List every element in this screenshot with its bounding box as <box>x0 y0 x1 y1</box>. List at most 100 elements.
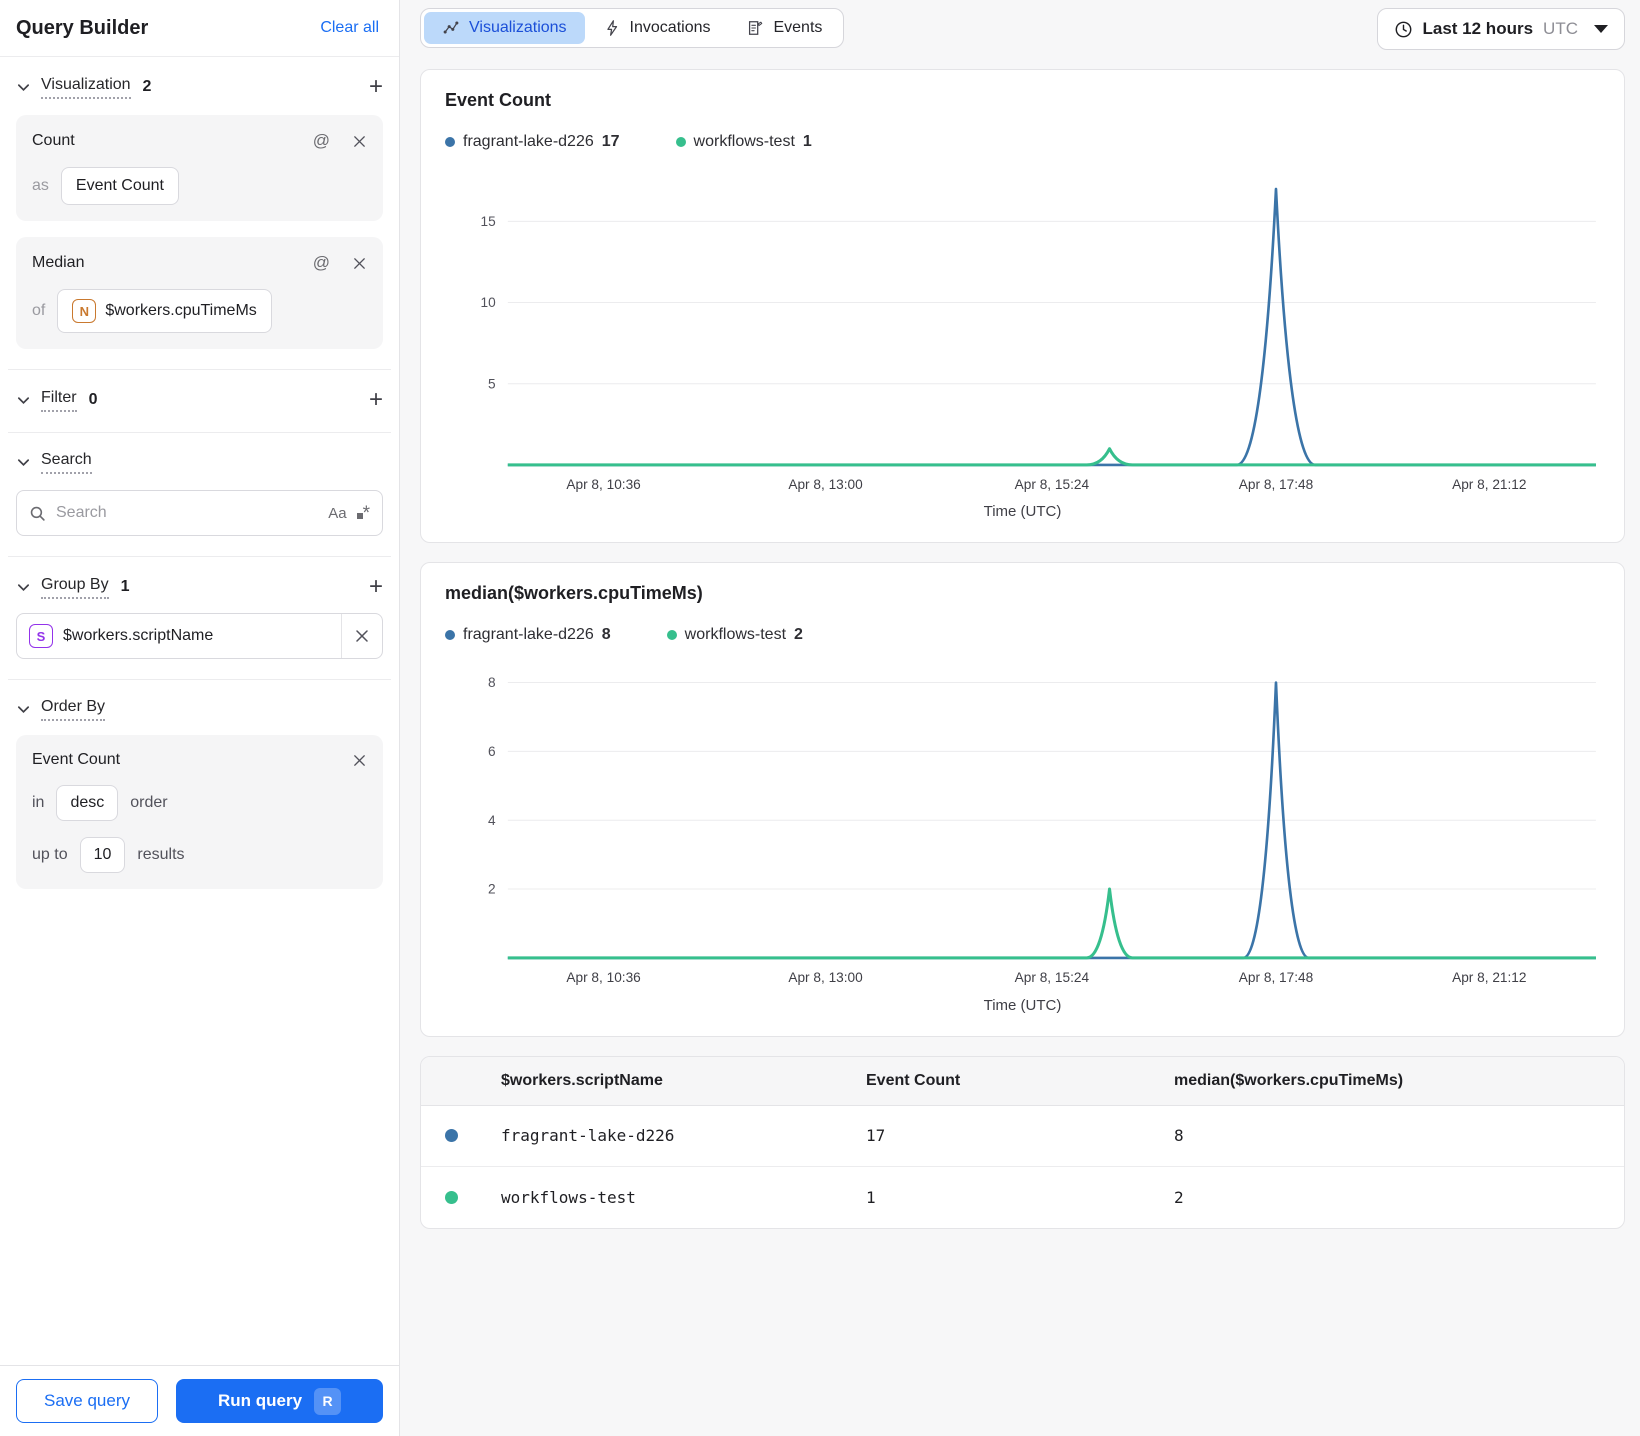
table-row[interactable]: fragrant-lake-d226 17 8 <box>421 1106 1624 1167</box>
script-name-cell: workflows-test <box>501 1187 636 1207</box>
run-query-button[interactable]: Run query R <box>176 1379 383 1423</box>
legend-item[interactable]: workflows-test 2 <box>666 626 803 644</box>
order-by-section: Order By Event Count in desc order up to… <box>8 680 391 909</box>
filter-section: Filter 0 + <box>8 370 391 433</box>
time-range-selector[interactable]: Last 12 hours UTC <box>1376 8 1625 50</box>
svg-text:Apr 8, 10:36: Apr 8, 10:36 <box>566 971 640 986</box>
as-label: as <box>32 177 49 194</box>
svg-text:Apr 8, 15:24: Apr 8, 15:24 <box>1015 477 1090 492</box>
group-by-count: 1 <box>120 578 130 595</box>
chevron-down-icon[interactable] <box>16 580 31 595</box>
tab-visualizations[interactable]: Visualizations <box>424 12 585 44</box>
view-tabs: Visualizations Invocations Events <box>420 8 845 48</box>
group-by-item[interactable]: S $workers.scriptName <box>16 613 383 659</box>
svg-text:Apr 8, 17:48: Apr 8, 17:48 <box>1239 477 1313 492</box>
match-case-icon[interactable]: Aa <box>328 505 346 522</box>
svg-text:10: 10 <box>480 295 496 310</box>
search-section-label: Search <box>41 451 92 474</box>
event-count-cell: 1 <box>866 1187 876 1207</box>
svg-text:Apr 8, 17:48: Apr 8, 17:48 <box>1239 971 1313 986</box>
add-visualization-button[interactable]: + <box>369 75 383 99</box>
remove-visualization-icon[interactable] <box>352 134 367 149</box>
svg-text:6: 6 <box>488 744 496 759</box>
series-dot <box>445 1129 458 1143</box>
chevron-down-icon[interactable] <box>16 702 31 717</box>
svg-text:Apr 8, 13:00: Apr 8, 13:00 <box>788 477 863 492</box>
clock-icon <box>1394 20 1413 39</box>
svg-text:Apr 8, 13:00: Apr 8, 13:00 <box>788 971 863 986</box>
chart-legend: fragrant-lake-d226 17 workflows-test 1 <box>445 133 1600 151</box>
attribute-icon[interactable]: @ <box>313 131 330 151</box>
x-axis-title: Time (UTC) <box>983 503 1062 521</box>
column-header-median[interactable]: median($workers.cpuTimeMs) <box>1174 1072 1624 1090</box>
result-limit-input[interactable]: 10 <box>79 837 126 873</box>
svg-text:15: 15 <box>480 214 496 229</box>
remove-order-by-icon[interactable] <box>352 753 367 768</box>
order-by-card: Event Count in desc order up to 10 resul… <box>16 735 383 889</box>
median-cell: 2 <box>1174 1187 1184 1207</box>
attribute-icon[interactable]: @ <box>313 253 330 273</box>
search-icon <box>29 505 46 522</box>
median-cell: 8 <box>1174 1126 1184 1146</box>
column-header-event-count[interactable]: Event Count <box>866 1072 1174 1090</box>
visualization-section-label: Visualization <box>41 76 131 99</box>
add-filter-button[interactable]: + <box>369 388 383 412</box>
series-dot <box>445 630 455 641</box>
order-by-field: Event Count <box>32 751 121 768</box>
lightning-bolt-icon <box>603 19 621 37</box>
filter-section-label: Filter <box>41 389 77 412</box>
x-axis-title: Time (UTC) <box>983 996 1062 1014</box>
document-edit-icon <box>746 19 764 37</box>
legend-item[interactable]: fragrant-lake-d226 8 <box>445 626 611 644</box>
visualization-alias-field[interactable]: Event Count <box>60 167 179 205</box>
in-label: in <box>32 794 45 811</box>
tab-events[interactable]: Events <box>728 12 840 44</box>
remove-visualization-icon[interactable] <box>352 256 367 271</box>
legend-item[interactable]: fragrant-lake-d226 17 <box>445 133 620 151</box>
save-query-button[interactable]: Save query <box>16 1379 158 1423</box>
median-field-selector[interactable]: N $workers.cpuTimeMs <box>57 289 272 333</box>
visualization-count: 2 <box>142 78 152 95</box>
main-content: Visualizations Invocations Events Last 1… <box>400 0 1640 1436</box>
results-label: results <box>137 846 185 863</box>
search-input[interactable] <box>56 504 319 522</box>
legend-item[interactable]: workflows-test 1 <box>675 133 812 151</box>
of-label: of <box>32 302 46 319</box>
tab-invocations[interactable]: Invocations <box>585 12 729 44</box>
line-chart-icon <box>442 19 460 37</box>
clear-all-button[interactable]: Clear all <box>320 19 379 37</box>
filter-count: 0 <box>88 391 98 408</box>
svg-text:8: 8 <box>488 675 496 690</box>
svg-text:5: 5 <box>488 376 496 391</box>
order-by-section-label: Order By <box>41 698 106 721</box>
chevron-down-icon[interactable] <box>16 80 31 95</box>
chart-legend: fragrant-lake-d226 8 workflows-test 2 <box>445 626 1600 644</box>
add-group-by-button[interactable]: + <box>369 575 383 599</box>
svg-text:Apr 8, 21:12: Apr 8, 21:12 <box>1452 477 1526 492</box>
table-row[interactable]: workflows-test 1 2 <box>421 1167 1624 1228</box>
chevron-down-icon[interactable] <box>16 393 31 408</box>
topbar: Visualizations Invocations Events Last 1… <box>420 8 1625 50</box>
group-by-section: Group By 1 + S $workers.scriptName <box>8 557 391 680</box>
series-dot <box>666 630 677 641</box>
svg-text:Apr 8, 10:36: Apr 8, 10:36 <box>566 477 640 492</box>
line-chart-plot[interactable]: 5 10 15 Apr 8, 10:36 Apr 8, 13:00 Apr 8, 15:2… <box>445 165 1600 501</box>
remove-group-by-icon[interactable] <box>354 628 370 644</box>
svg-text:4: 4 <box>488 813 496 828</box>
chevron-down-icon[interactable] <box>16 455 31 470</box>
visualization-card-median: Median @ of N $workers.cpuTimeMs <box>16 237 383 349</box>
series-dot <box>675 137 686 147</box>
event-count-chart-card: Event Count fragrant-lake-d226 17 workfl… <box>420 69 1625 544</box>
median-cputime-chart-card: median($workers.cpuTimeMs) fragrant-lake… <box>420 562 1625 1037</box>
upto-label: up to <box>32 846 68 863</box>
line-chart-plot[interactable]: 2 4 6 8 Apr 8, 10:36 Apr 8, 13:00 Apr 8, 15:24… <box>445 658 1600 994</box>
column-header-scriptname[interactable]: $workers.scriptName <box>501 1072 866 1090</box>
visualization-card-title: Median <box>32 254 85 271</box>
regex-icon[interactable]: * <box>356 504 370 523</box>
query-builder-sidebar: Query Builder Clear all Visualization 2 … <box>0 0 400 1436</box>
event-count-cell: 17 <box>866 1126 886 1146</box>
chart-title: Event Count <box>445 90 551 110</box>
sort-direction-selector[interactable]: desc <box>56 785 119 821</box>
chart-title: median($workers.cpuTimeMs) <box>445 583 703 604</box>
group-by-section-label: Group By <box>41 576 109 599</box>
